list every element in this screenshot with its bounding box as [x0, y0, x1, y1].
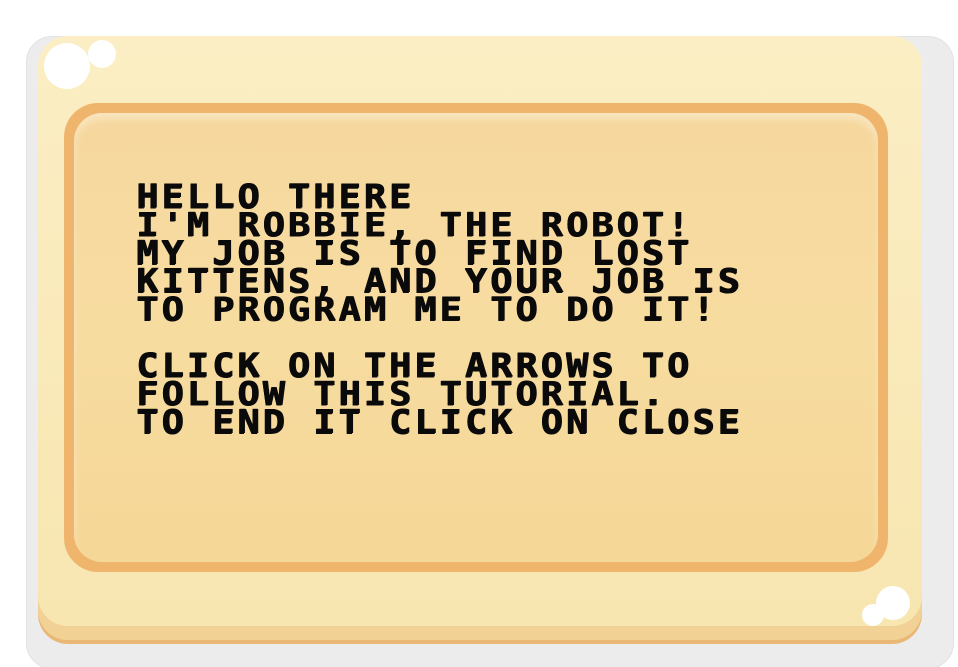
message-line: To end it click on close: [136, 403, 743, 441]
decorative-bubble-icon: [862, 604, 884, 626]
decorative-bubble-icon: [44, 43, 90, 89]
tutorial-message: Hello There I'm Robbie, the Robot! My jo…: [136, 180, 836, 441]
tutorial-screen: Hello There I'm Robbie, the Robot! My jo…: [0, 0, 958, 667]
decorative-bubble-icon: [88, 40, 116, 68]
